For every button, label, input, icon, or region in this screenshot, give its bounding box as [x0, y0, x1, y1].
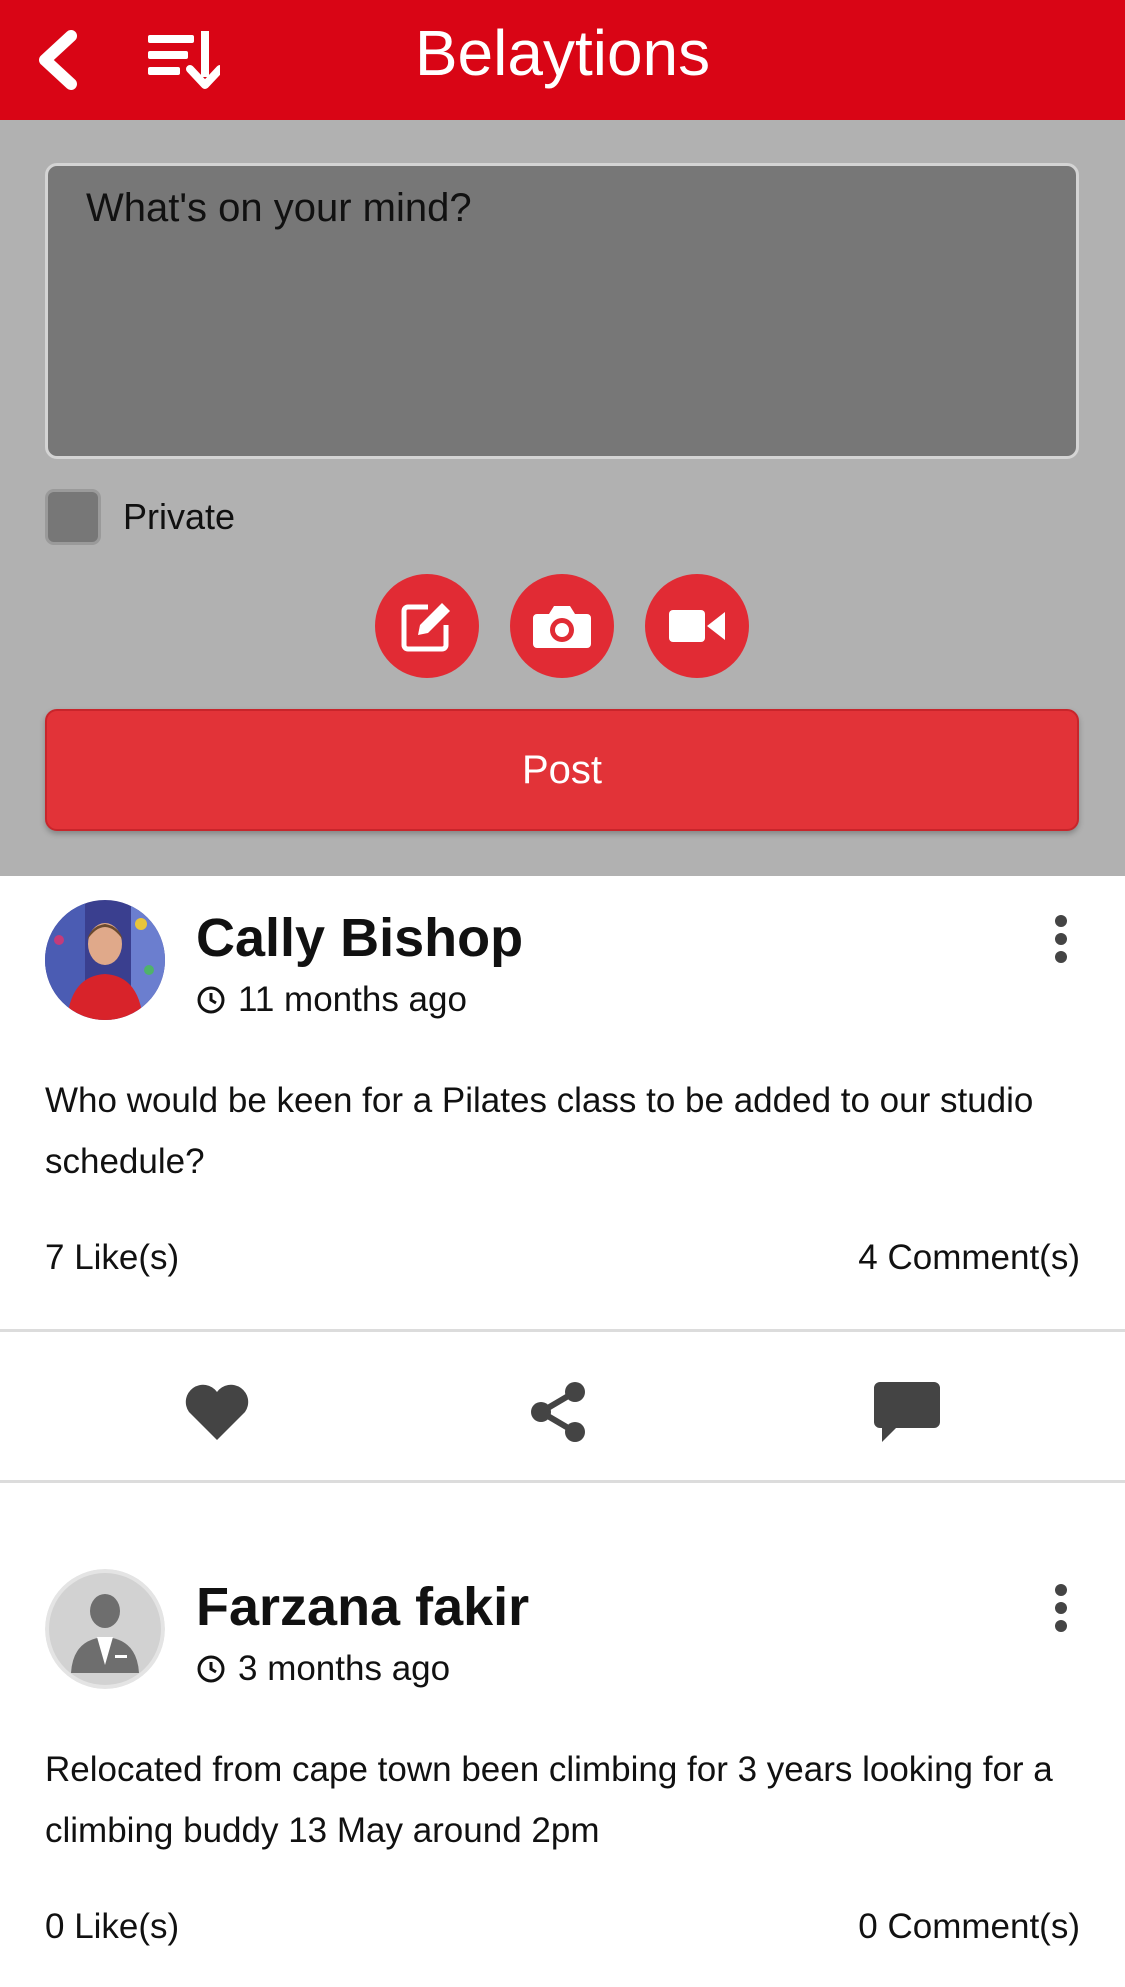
private-checkbox[interactable]: [45, 489, 101, 545]
post-body: Who would be keen for a Pilates class to…: [45, 1081, 1034, 1181]
private-label: Private: [123, 496, 236, 537]
more-vertical-icon: [1055, 1584, 1067, 1632]
clock-icon: [196, 985, 226, 1015]
comment-icon: [874, 1382, 940, 1442]
divider: [0, 1480, 1125, 1483]
heart-icon: [185, 1384, 249, 1440]
comment-button[interactable]: [862, 1372, 952, 1452]
default-user-icon: [45, 1569, 165, 1689]
comments-count[interactable]: 4 Comment(s): [858, 1238, 1080, 1278]
likes-count[interactable]: 7 Like(s): [45, 1238, 179, 1278]
app-header: Belaytions: [0, 0, 1125, 120]
post-composer: Private Post: [0, 120, 1125, 876]
video-icon: [669, 610, 725, 642]
page-title: Belaytions: [414, 17, 711, 89]
time-text: 3 months ago: [238, 1649, 451, 1688]
share-icon: [531, 1382, 585, 1442]
video-button[interactable]: [645, 574, 749, 678]
post-time: 3 months ago: [196, 1649, 450, 1689]
post-body: Relocated from cape town been climbing f…: [45, 1750, 1053, 1850]
more-options-button[interactable]: [1046, 1581, 1076, 1635]
avatar[interactable]: [45, 1569, 165, 1689]
post-time: 11 months ago: [196, 980, 467, 1020]
post-text-input[interactable]: [45, 163, 1079, 459]
more-vertical-icon: [1055, 915, 1067, 963]
likes-count[interactable]: 0 Like(s): [45, 1907, 179, 1947]
author-name[interactable]: Farzana fakir: [196, 1575, 529, 1639]
camera-button[interactable]: [510, 574, 614, 678]
post-button[interactable]: Post: [45, 709, 1079, 831]
avatar[interactable]: [45, 900, 165, 1020]
edit-button[interactable]: [375, 574, 479, 678]
like-button[interactable]: [172, 1372, 262, 1452]
divider: [0, 1329, 1125, 1332]
share-button[interactable]: [514, 1372, 604, 1452]
comments-count[interactable]: 0 Comment(s): [858, 1907, 1080, 1947]
camera-icon: [533, 606, 591, 648]
more-options-button[interactable]: [1046, 912, 1076, 966]
edit-icon: [401, 603, 450, 652]
private-toggle-row: Private: [45, 489, 235, 545]
author-name[interactable]: Cally Bishop: [196, 906, 523, 970]
clock-icon: [196, 1654, 226, 1684]
time-text: 11 months ago: [238, 980, 467, 1019]
